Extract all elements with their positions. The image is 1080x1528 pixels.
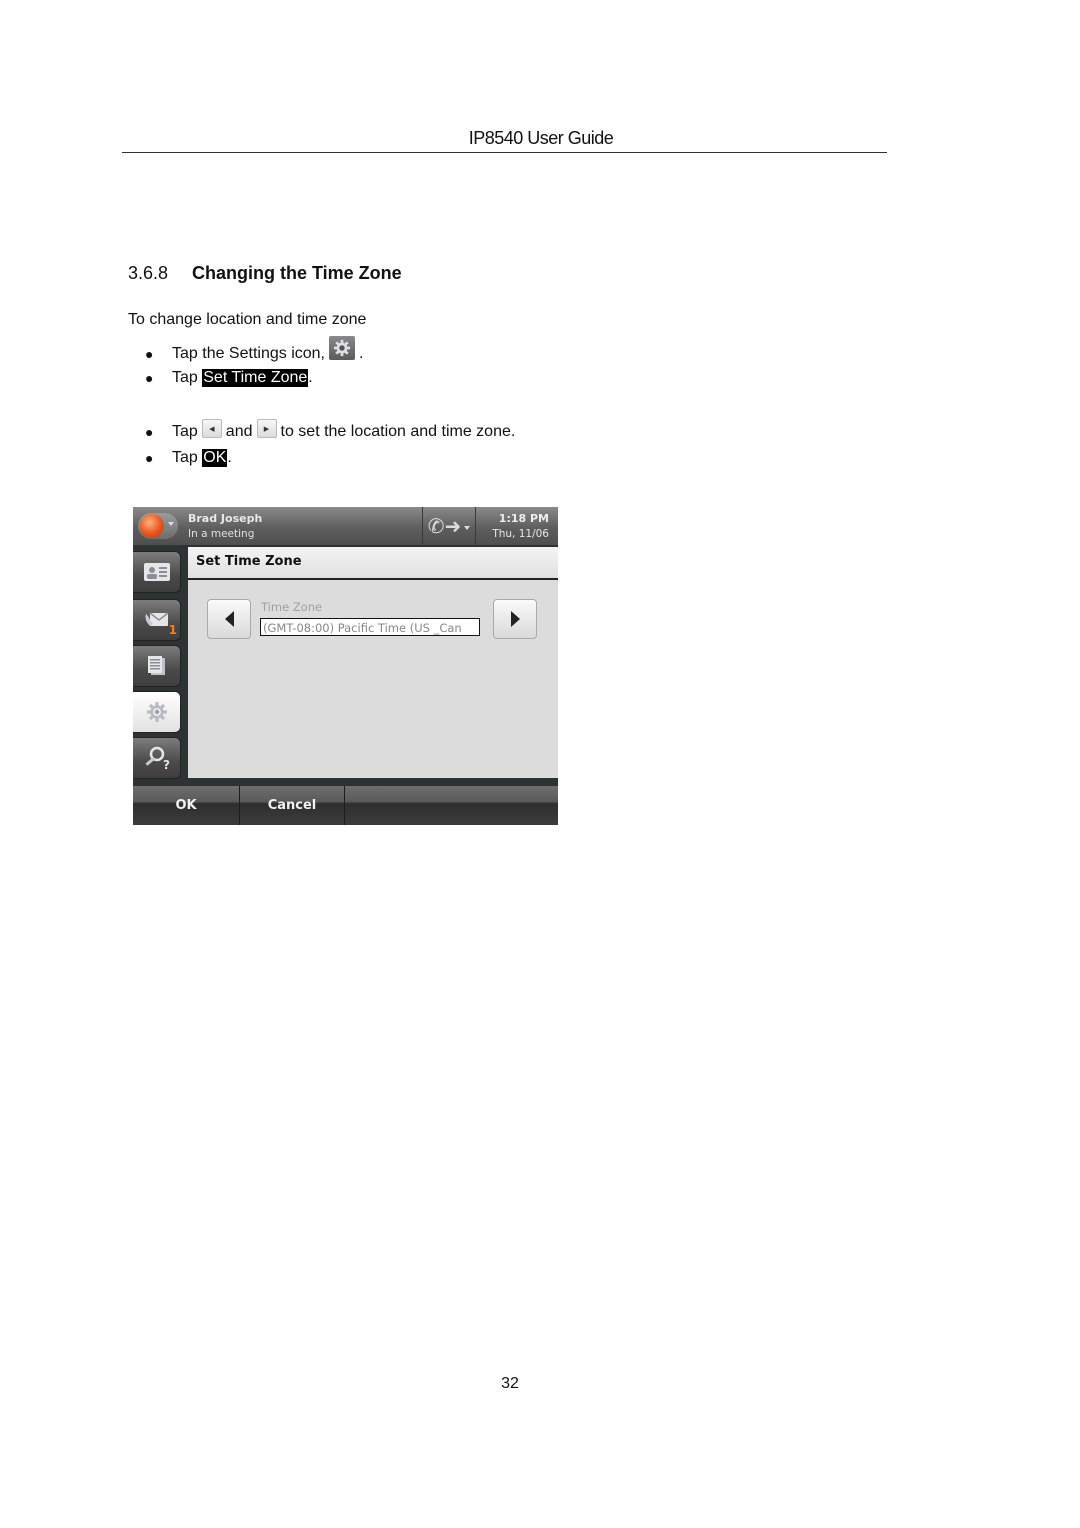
bullet-icon: ● xyxy=(145,370,154,386)
next-time-zone-button[interactable] xyxy=(493,599,537,639)
directory-icon xyxy=(147,656,165,675)
left-arrow-icon: ◀ xyxy=(201,419,222,438)
section-heading: 3.6.8 Changing the Time Zone xyxy=(128,263,402,284)
search-help-icon: ? xyxy=(145,746,170,770)
document-header-title: IP8540 User Guide xyxy=(468,128,614,148)
step-text: Tap the Settings icon, xyxy=(172,345,325,362)
presence-orb-icon xyxy=(140,514,164,538)
gear-icon xyxy=(146,702,167,722)
cancel-button[interactable]: Cancel xyxy=(240,786,345,825)
step-4: ● Tap OK. xyxy=(145,449,232,467)
presence-button[interactable] xyxy=(138,513,178,539)
step-text: . xyxy=(358,345,364,362)
clock-time: 1:18 PM xyxy=(498,512,549,525)
voicemail-icon xyxy=(145,612,168,626)
settings-gear-icon xyxy=(328,336,355,360)
step-3: ● Tap ◀ and ▶ to set the location and ti… xyxy=(145,419,516,441)
right-arrow-icon: ▶ xyxy=(256,419,277,438)
step-1: ● Tap the Settings icon, . xyxy=(145,336,364,366)
step-text: to set the location and time zone. xyxy=(280,422,516,440)
bullet-icon: ● xyxy=(145,450,154,466)
section-title: Changing the Time Zone xyxy=(192,263,402,283)
call-forward-button[interactable]: ✆➜ xyxy=(422,507,476,545)
chevron-down-icon xyxy=(168,522,174,526)
svg-text:?: ? xyxy=(163,758,170,770)
nav-directory-button[interactable] xyxy=(133,645,181,687)
phone-screenshot: Brad Joseph In a meeting ✆➜ 1:18 PM Thu,… xyxy=(133,507,558,825)
panel-header: Set Time Zone xyxy=(188,547,558,580)
nav-settings-button[interactable] xyxy=(133,691,181,733)
ok-button[interactable]: OK xyxy=(133,786,240,825)
softkey-bar: OK Cancel xyxy=(133,786,558,825)
status-bar: Brad Joseph In a meeting ✆➜ 1:18 PM Thu,… xyxy=(133,507,558,545)
bullet-icon: ● xyxy=(145,346,154,362)
panel-title: Set Time Zone xyxy=(196,554,302,569)
contact-card-icon xyxy=(143,563,170,581)
user-status: In a meeting xyxy=(188,528,255,540)
time-zone-label: Time Zone xyxy=(261,600,323,614)
highlight-ok: OK xyxy=(202,449,228,467)
nav-contacts-button[interactable] xyxy=(133,551,181,593)
message-count-badge: 1 xyxy=(168,623,177,637)
step-text: Tap xyxy=(172,369,198,386)
step-text: . xyxy=(308,369,313,386)
step-text: Tap xyxy=(172,422,198,440)
step-text: Tap xyxy=(172,449,198,466)
section-number: 3.6.8 xyxy=(128,263,169,283)
side-navigation: 1 ? xyxy=(133,547,185,783)
previous-time-zone-button[interactable] xyxy=(207,599,251,639)
intro-text: To change location and time zone xyxy=(128,311,367,328)
nav-messages-button[interactable]: 1 xyxy=(133,599,181,641)
time-zone-field[interactable]: (GMT-08:00) Pacific Time (US _Can xyxy=(260,618,480,636)
header-divider xyxy=(122,152,887,153)
clock-date: Thu, 11/06 xyxy=(492,528,549,540)
user-name: Brad Joseph xyxy=(188,512,263,525)
chevron-down-icon xyxy=(464,526,471,530)
right-arrow-icon xyxy=(510,611,520,627)
highlight-set-time-zone: Set Time Zone xyxy=(202,369,309,387)
step-text: . xyxy=(227,449,232,466)
bullet-icon: ● xyxy=(145,423,154,440)
step-text: and xyxy=(225,422,253,440)
set-time-zone-panel: Set Time Zone Time Zone (GMT-08:00) Paci… xyxy=(188,547,558,778)
call-forward-icon: ✆➜ xyxy=(427,515,462,538)
nav-search-help-button[interactable]: ? xyxy=(133,737,181,779)
step-2: ● Tap Set Time Zone. xyxy=(145,369,313,387)
left-arrow-icon xyxy=(224,611,234,627)
page-number: 32 xyxy=(501,1375,519,1392)
